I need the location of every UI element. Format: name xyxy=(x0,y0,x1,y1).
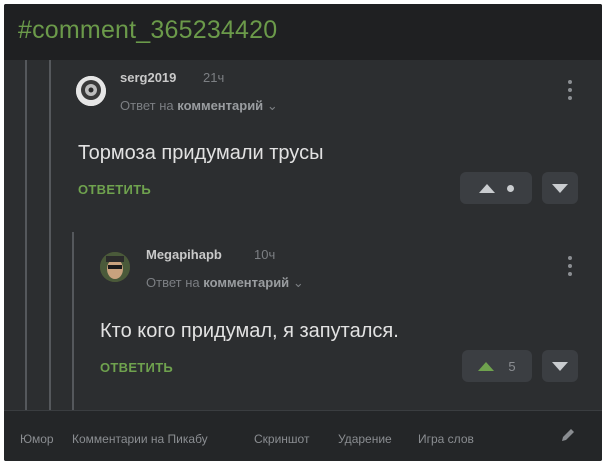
tag-link[interactable]: Ударение xyxy=(338,432,392,446)
tag-link[interactable]: Комментарии на Пикабу xyxy=(72,432,208,446)
downvote-arrow-icon xyxy=(552,361,568,371)
avatar[interactable] xyxy=(100,252,130,282)
downvote-button[interactable] xyxy=(542,350,578,382)
screenshot-frame: #comment_365234420 serg2019 21ч Ответ на… xyxy=(4,4,602,461)
reply-button[interactable]: ОТВЕТИТЬ xyxy=(100,360,173,375)
upvote-button[interactable]: 5 xyxy=(462,350,532,382)
reply-prefix: Ответ на xyxy=(146,275,200,290)
chevron-down-icon: ⌄ xyxy=(292,275,304,290)
tags-footer: Юмор Комментарии на Пикабу Скриншот Удар… xyxy=(4,410,602,461)
reply-target: комментарий xyxy=(203,275,290,290)
rating-count: 5 xyxy=(508,358,516,374)
comment-text: Кто кого придумал, я запутался. xyxy=(100,320,399,342)
username[interactable]: Megapihapb xyxy=(146,247,222,262)
tag-link[interactable]: Игра слов xyxy=(418,432,474,446)
upvote-arrow-icon xyxy=(478,361,495,371)
reply-to[interactable]: Ответ на комментарий ⌄ xyxy=(146,275,304,291)
pencil-icon[interactable] xyxy=(560,427,576,443)
comment: Megapihapb 10ч Ответ на комментарий ⌄ Кт… xyxy=(4,4,602,410)
tag-link[interactable]: Юмор xyxy=(20,432,54,446)
tag-link[interactable]: Скриншот xyxy=(254,432,309,446)
avatar-image xyxy=(100,252,130,282)
more-vertical-icon[interactable] xyxy=(567,256,573,280)
comment-time: 10ч xyxy=(254,247,276,262)
